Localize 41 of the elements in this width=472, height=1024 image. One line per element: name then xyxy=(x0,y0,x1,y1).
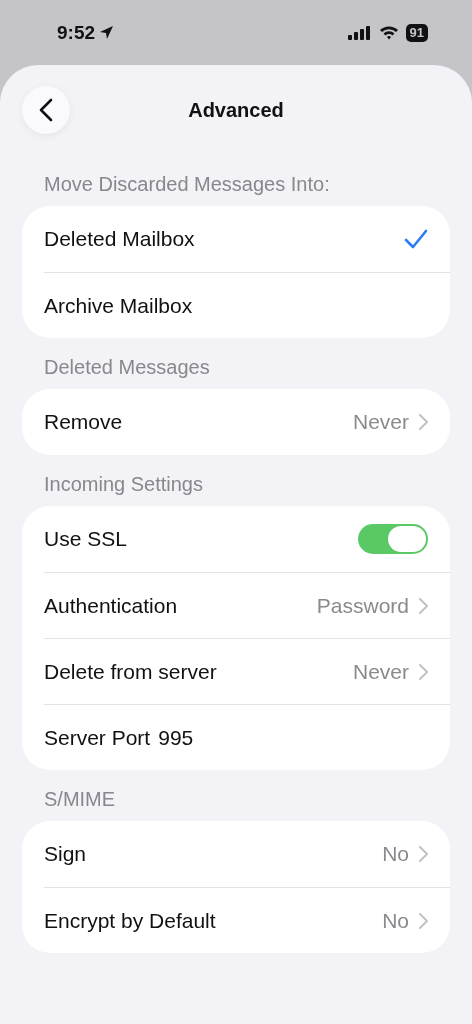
setting-value: Password xyxy=(316,593,409,618)
settings-row[interactable]: Delete from server Never xyxy=(44,638,450,704)
settings-row[interactable]: Authentication Password xyxy=(44,572,450,638)
back-icon xyxy=(39,98,53,122)
settings-row[interactable]: Remove Never xyxy=(44,389,450,455)
setting-label: Delete from server xyxy=(44,659,218,684)
setting-label: Sign xyxy=(44,842,88,866)
nav-title: Advanced xyxy=(188,98,284,121)
setting-value: Never xyxy=(352,659,409,684)
setting-value: No xyxy=(382,842,409,866)
settings-row[interactable]: Encrypt by Default No xyxy=(44,887,450,953)
section-header: S/MIME xyxy=(44,788,117,811)
back-button[interactable] xyxy=(22,86,70,134)
settings-row[interactable]: Sign No xyxy=(44,821,450,887)
chevron-icon xyxy=(419,414,428,430)
checkmark-icon xyxy=(404,229,428,249)
section-header: Incoming Settings xyxy=(44,473,204,496)
setting-value: No xyxy=(382,908,409,933)
wifi-icon xyxy=(378,25,399,40)
option-label: Deleted Mailbox xyxy=(44,227,196,251)
setting-label: Server Port xyxy=(44,725,151,750)
option-row[interactable]: Deleted Mailbox xyxy=(44,206,450,272)
setting-label: Authentication xyxy=(44,593,179,618)
chevron-icon xyxy=(419,846,428,862)
chevron-icon xyxy=(419,912,428,929)
status-time: 9:52 xyxy=(57,21,96,44)
chevron-icon xyxy=(419,597,428,614)
signal-icon xyxy=(347,25,372,40)
battery-level: 91 xyxy=(405,23,428,42)
chevron-icon xyxy=(419,663,428,680)
setting-label: Use SSL xyxy=(44,527,128,551)
option-label: Archive Mailbox xyxy=(44,293,194,318)
location-arrow-icon xyxy=(99,25,115,40)
option-row[interactable]: Archive Mailbox xyxy=(44,272,450,338)
port-field[interactable]: 995 xyxy=(158,725,194,749)
setting-label: Remove xyxy=(44,410,124,434)
toggle-switch[interactable] xyxy=(358,524,428,554)
setting-label: Encrypt by Default xyxy=(44,908,217,933)
section-header: Move Discarded Messages Into: xyxy=(44,173,331,196)
section-header: Deleted Messages xyxy=(44,356,211,379)
setting-value: Never xyxy=(352,410,409,434)
